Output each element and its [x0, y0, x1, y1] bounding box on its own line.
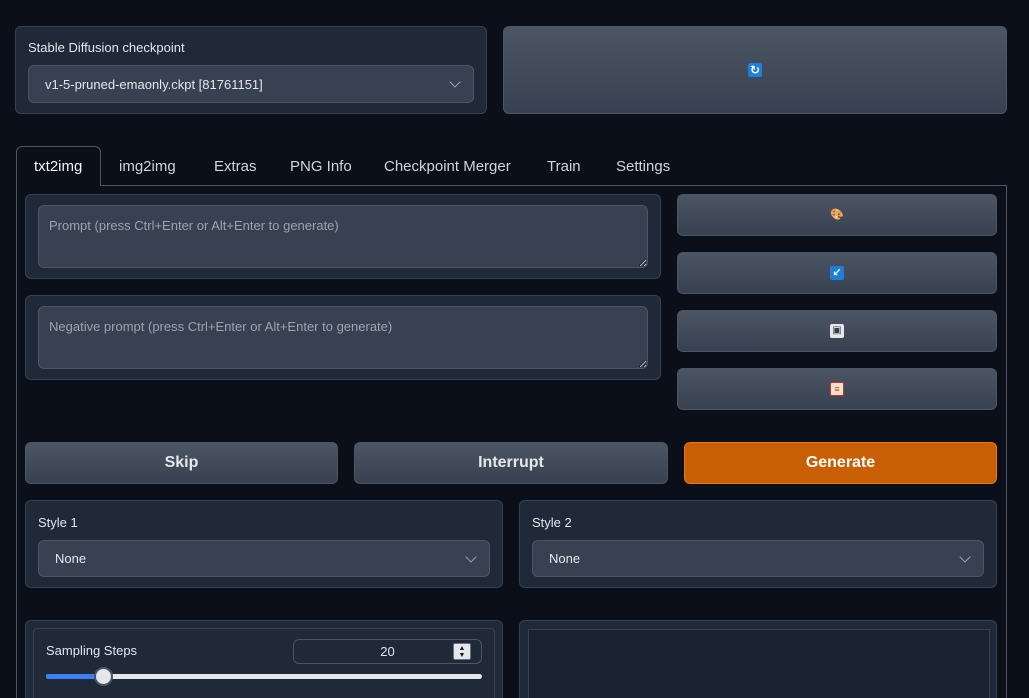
style1-select[interactable]: None: [38, 540, 490, 577]
floppy-disk-icon: ▣: [830, 324, 844, 338]
tab-txt2img[interactable]: txt2img: [16, 146, 101, 186]
style2-select[interactable]: None: [532, 540, 984, 577]
tab-panel-right-border: [1006, 185, 1007, 698]
tab-train[interactable]: Train: [530, 146, 598, 186]
sampling-steps-value: 20: [380, 644, 395, 659]
refresh-icon: ↻: [748, 63, 762, 77]
checkpoint-label: Stable Diffusion checkpoint: [28, 40, 185, 55]
tab-panel-left-border: [16, 185, 17, 698]
checkpoint-select[interactable]: v1-5-pruned-emaonly.ckpt [81761151]: [28, 65, 474, 103]
show-extra-networks-button[interactable]: 🎨: [677, 194, 997, 236]
output-panel: [519, 620, 997, 698]
sampling-steps-label: Sampling Steps: [46, 643, 138, 658]
save-style-button[interactable]: ▣: [677, 310, 997, 352]
checkpoint-panel: Stable Diffusion checkpoint v1-5-pruned-…: [15, 26, 487, 114]
image-gallery: [528, 629, 990, 698]
refresh-checkpoint-button[interactable]: ↻: [503, 26, 1007, 114]
clipboard-icon: ≡: [830, 382, 844, 396]
chevron-down-icon: [449, 76, 461, 88]
chevron-down-icon: [959, 550, 971, 563]
read-generation-params-button[interactable]: ↙: [677, 252, 997, 294]
palette-icon: 🎨: [830, 208, 844, 221]
chevron-down-icon: [465, 550, 477, 563]
checkpoint-value: v1-5-pruned-emaonly.ckpt [81761151]: [45, 76, 263, 92]
tab-checkpoint-merger[interactable]: Checkpoint Merger: [367, 146, 528, 186]
tab-extras[interactable]: Extras: [197, 146, 274, 186]
interrupt-button[interactable]: Interrupt: [354, 442, 668, 484]
skip-button[interactable]: Skip: [25, 442, 338, 484]
sampling-steps-input[interactable]: 20 ▲ ▼: [293, 639, 482, 664]
sampling-steps-slider[interactable]: [46, 667, 482, 686]
style2-panel: Style 2 None: [519, 500, 997, 588]
style2-label: Style 2: [532, 515, 572, 530]
tab-img2img[interactable]: img2img: [102, 146, 193, 186]
arrow-down-left-icon: ↙: [830, 266, 844, 280]
tab-settings[interactable]: Settings: [599, 146, 687, 186]
style2-value: None: [549, 551, 581, 566]
style1-label: Style 1: [38, 515, 78, 530]
negative-prompt-panel: [25, 295, 661, 380]
style1-panel: Style 1 None: [25, 500, 503, 588]
prompt-panel: [25, 194, 661, 279]
sampling-steps-block: Sampling Steps 20 ▲ ▼: [33, 628, 495, 698]
stepper-icon[interactable]: ▲ ▼: [453, 643, 471, 660]
tab-png-info[interactable]: PNG Info: [273, 146, 369, 186]
style1-value: None: [55, 551, 87, 566]
slider-thumb[interactable]: [93, 667, 113, 686]
apply-style-button[interactable]: ≡: [677, 368, 997, 410]
prompt-input[interactable]: [38, 205, 648, 268]
generate-button[interactable]: Generate: [684, 442, 997, 484]
negative-prompt-input[interactable]: [38, 306, 648, 369]
